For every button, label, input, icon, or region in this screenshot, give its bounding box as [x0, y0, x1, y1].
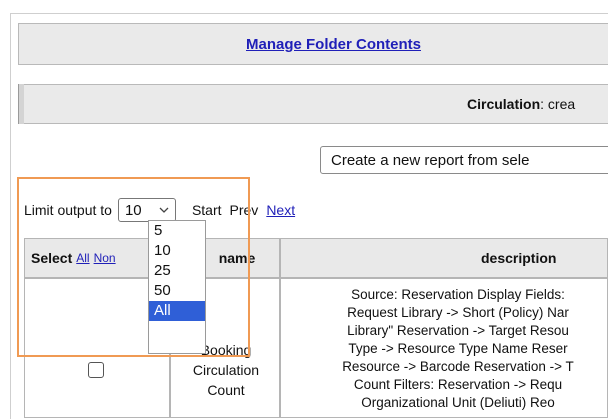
- next-link[interactable]: Next: [266, 202, 295, 218]
- row-checkbox[interactable]: [88, 362, 104, 378]
- row-description-line: Library" Reservation -> Target Resou: [347, 323, 569, 338]
- row-description-line: Resource -> Barcode Reservation -> T: [342, 359, 574, 374]
- row-name-line: Circulation: [192, 362, 260, 378]
- row-description-line: Count Filters: Reservation -> Requ: [353, 377, 563, 392]
- header-description[interactable]: description: [280, 238, 608, 278]
- row-description-line: Organizational Unit (Deliuti) Reo: [361, 395, 555, 410]
- row-description-line: Request Library -> Short (Policy) Nar: [347, 305, 569, 320]
- header-description-label: description: [481, 250, 557, 266]
- manage-folder-contents-link[interactable]: Manage Folder Contents: [246, 36, 421, 53]
- row-name-line: Count: [207, 382, 245, 398]
- circulation-bar-edge: [18, 84, 24, 124]
- circulation-label: Circulation: [467, 96, 541, 112]
- circulation-suffix: : crea: [540, 96, 576, 112]
- create-report-select[interactable]: Create a new report from sele: [320, 146, 608, 174]
- row-description-line: Source: Reservation Display Fields:: [351, 287, 565, 302]
- row-description: Source: Reservation Display Fields: Requ…: [288, 286, 608, 412]
- circulation-bar: Circulation: crea: [18, 84, 608, 124]
- row-description-line: Type -> Resource Type Name Reser: [348, 341, 568, 356]
- circulation-title: Circulation: crea: [467, 96, 575, 112]
- manage-folder-bar: Manage Folder Contents: [18, 23, 608, 65]
- highlight-box: [17, 177, 250, 357]
